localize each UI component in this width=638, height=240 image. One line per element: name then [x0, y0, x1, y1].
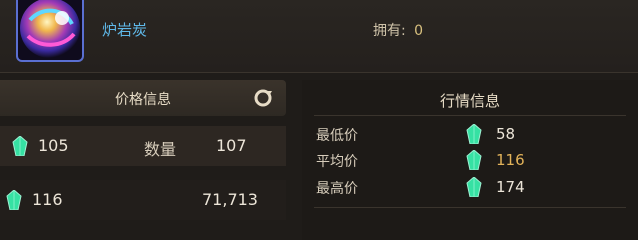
row1-price: 105 [38, 136, 69, 155]
green-gem-icon [466, 149, 482, 171]
item-orb-icon[interactable] [16, 0, 84, 62]
divider [314, 115, 626, 116]
divider [314, 207, 626, 208]
max-price-value: 174 [496, 178, 525, 196]
market-info-title: 行情信息 [439, 92, 500, 110]
row2-amount: 71,713 [202, 190, 258, 209]
refresh-icon[interactable] [252, 87, 274, 109]
min-price-value: 58 [496, 125, 516, 143]
row2-price: 116 [32, 190, 63, 209]
owned-label: 拥有: [373, 23, 406, 39]
price-info-header: 价格信息 [0, 80, 286, 116]
quantity-label: 数量 [144, 140, 177, 159]
row1-quantity: 107 [216, 136, 247, 155]
green-gem-icon [466, 123, 482, 145]
price-row-2[interactable]: 116 71,713 [0, 180, 286, 220]
owned-count: 拥有: 0 [373, 20, 423, 40]
market-info-panel: 行情信息 最低价 58 平均价 116 最高价 174 [302, 80, 638, 240]
max-price-label: 最高价 [316, 181, 358, 197]
min-price-label: 最低价 [316, 128, 358, 144]
price-info-panel: 价格信息 105 数量 107 116 71,713 [0, 80, 290, 240]
green-gem-icon [6, 189, 22, 211]
item-name: 炉岩炭 [102, 21, 148, 39]
price-row-1[interactable]: 105 数量 107 [0, 126, 286, 166]
green-gem-icon [466, 176, 482, 198]
owned-value: 0 [414, 23, 424, 39]
item-header: 炉岩炭 拥有: 0 [0, 0, 638, 73]
green-gem-icon [12, 135, 28, 157]
avg-price-value: 116 [496, 151, 525, 169]
price-info-title: 价格信息 [115, 92, 171, 108]
avg-price-label: 平均价 [316, 154, 358, 170]
